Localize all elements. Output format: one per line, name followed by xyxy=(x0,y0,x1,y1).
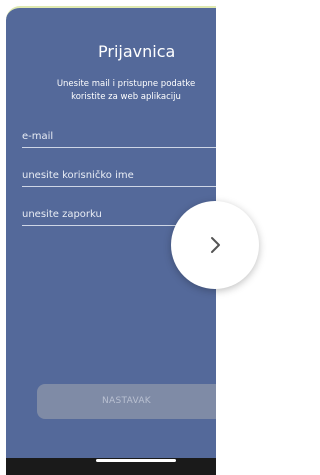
next-slide-button[interactable] xyxy=(171,201,259,289)
page-title: Prijavnica xyxy=(98,42,176,61)
chevron-right-icon xyxy=(211,237,220,253)
home-indicator[interactable] xyxy=(96,459,176,462)
email-field[interactable]: e-mail xyxy=(22,126,216,148)
username-field[interactable]: unesite korisničko ime xyxy=(22,165,216,187)
continue-button[interactable]: NASTAVAK xyxy=(37,384,216,419)
intro-text: Unesite mail i pristupne podatke koristi… xyxy=(56,79,196,102)
